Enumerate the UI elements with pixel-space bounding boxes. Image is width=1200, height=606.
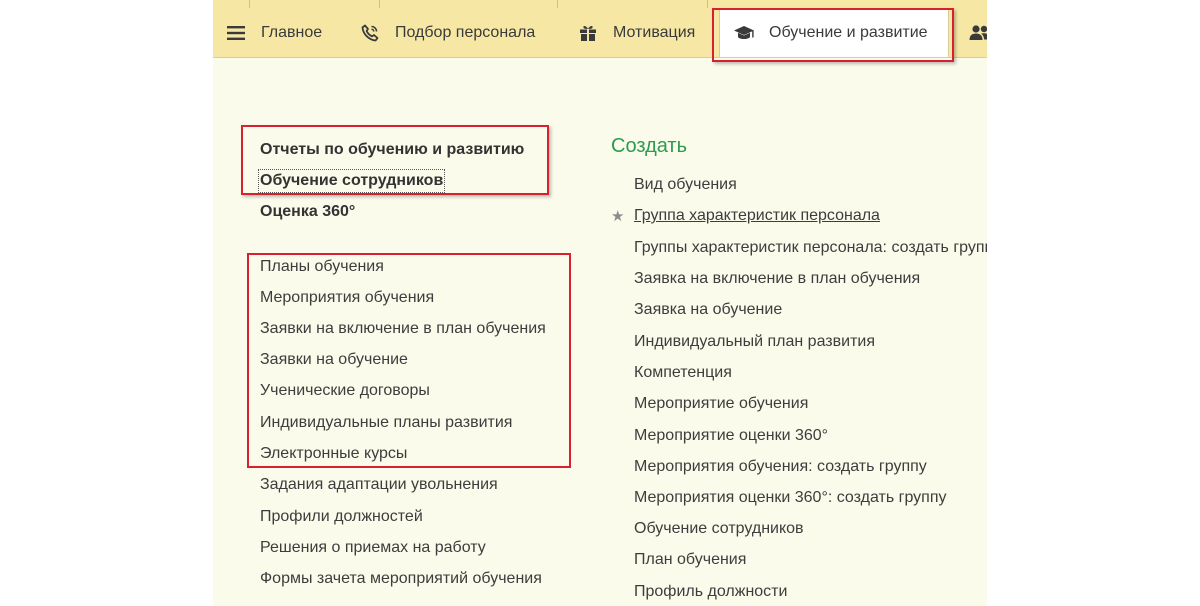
tab-motivation[interactable]: Мотивация [577,8,695,57]
nav-item-apprentice-contracts[interactable]: Ученические договоры [260,381,430,401]
reports-title: Отчеты по обучению и развитию [260,141,525,158]
create-item-training-request[interactable]: Заявка на обучение [634,300,782,320]
report-training-employees[interactable]: Обучение сотрудников [257,169,446,193]
graduation-cap-icon [733,22,755,44]
nav-item-development-plans[interactable]: Индивидуальные планы развития [260,413,512,433]
nav-item-position-profiles[interactable]: Профили должностей [260,507,423,527]
menu-lines-icon [225,22,247,44]
nav-item-training-requests[interactable]: Заявки на обучение [260,350,408,370]
users-icon [969,22,987,44]
tab-divider [707,0,708,8]
app-window: Главное Подбор персонала Мотивация Обуче… [213,0,987,606]
nav-item-hiring-decisions[interactable]: Решения о приемах на работу [260,538,486,558]
tab-main[interactable]: Главное [225,8,322,57]
nav-item-e-courses[interactable]: Электронные курсы [260,444,407,464]
tab-label: Обучение и развитие [769,23,928,41]
tab-training[interactable]: Обучение и развитие [719,8,949,57]
nav-item-plan-inclusion-requests[interactable]: Заявки на включение в план обучения [260,319,546,339]
create-item-training-event[interactable]: Мероприятие обучения [634,394,808,414]
create-item-training-type[interactable]: Вид обучения [634,175,737,195]
star-icon[interactable]: ★ [611,207,624,225]
nav-item-adaptation-tasks[interactable]: Задания адаптации увольнения [260,475,498,495]
create-item-development-plan[interactable]: Индивидуальный план развития [634,332,875,352]
nav-item-training-events[interactable]: Мероприятия обучения [260,288,434,308]
report-360-assessment[interactable]: Оценка 360° [260,202,355,222]
create-item-competence[interactable]: Компетенция [634,363,732,383]
tab-label: Главное [261,23,323,41]
nav-item-training-plans[interactable]: Планы обучения [260,257,384,277]
phone-icon [359,22,381,44]
tab-label: Мотивация [613,23,696,41]
create-item-characteristics-group[interactable]: Группа характеристик персонала [634,206,880,226]
tab-recruiting[interactable]: Подбор персонала [359,8,535,57]
create-section-title: Создать [611,135,688,157]
create-item-employee-training[interactable]: Обучение сотрудников [634,519,804,539]
section-tabbar: Главное Подбор персонала Мотивация Обуче… [213,0,987,58]
create-item-360-events-group[interactable]: Мероприятия оценки 360°: создать группу [634,488,946,508]
tab-personnel[interactable] [969,8,987,57]
create-item-training-plan[interactable]: План обучения [634,550,746,570]
tab-divider [249,0,250,8]
tab-divider [379,0,380,8]
tab-divider [557,0,558,8]
create-item-360-event[interactable]: Мероприятие оценки 360° [634,426,828,446]
create-item-position-profile[interactable]: Профиль должности [634,582,787,602]
gift-icon [577,22,599,44]
tab-label: Подбор персонала [395,23,536,41]
create-item-training-events-group[interactable]: Мероприятия обучения: создать группу [634,457,927,477]
create-item-plan-inclusion-request[interactable]: Заявка на включение в план обучения [634,269,920,289]
nav-item-credit-forms[interactable]: Формы зачета мероприятий обучения [260,569,542,589]
create-item-characteristics-group-folder[interactable]: Группы характеристик персонала: создать … [634,238,987,258]
